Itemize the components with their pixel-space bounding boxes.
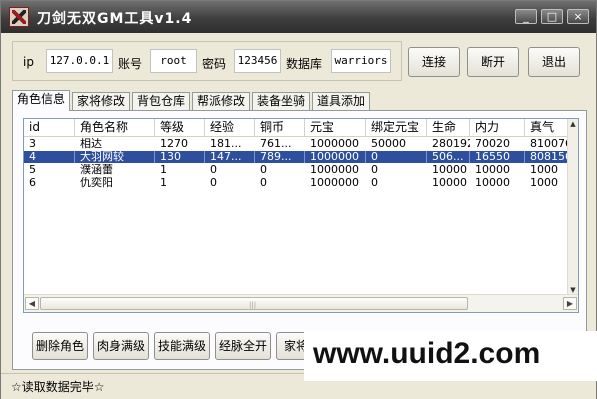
table-cell: 濮涵蕾 bbox=[80, 164, 113, 176]
table-cell: 0 bbox=[371, 177, 378, 189]
table-row[interactable]: 6 仇奕阳 1 0 0 1000000 0 10000 10000 1000 ( bbox=[24, 177, 578, 189]
table-header: id 角色名称 等级 经验 铜币 元宝 绑定元宝 生命 内力 真气 - bbox=[24, 119, 578, 137]
table-cell: 0 bbox=[210, 177, 217, 189]
table-cell: 6 bbox=[29, 177, 36, 189]
table-cell: 仇奕阳 bbox=[80, 177, 113, 189]
table-cell: 280192 bbox=[432, 138, 470, 150]
column-header[interactable]: 角色名称 bbox=[75, 119, 155, 136]
connection-panel: ip 127.0.0.1 账号 root 密码 123456 数据库 warri… bbox=[12, 41, 402, 81]
tab-guild-edit[interactable]: 帮派修改 bbox=[192, 92, 250, 110]
close-button[interactable]: × bbox=[567, 9, 589, 24]
column-header[interactable]: 真气 bbox=[525, 119, 571, 136]
title-bar[interactable]: 刀剑无双GM工具v1.4 _ □ × bbox=[1, 1, 596, 33]
body-max-level-button[interactable]: 肉身满级 bbox=[93, 332, 149, 360]
tab-role-info[interactable]: 角色信息 bbox=[12, 90, 70, 111]
table-cell: 1270 bbox=[160, 138, 188, 150]
table-row[interactable]: 3 相达 1270 181... 761... 1000000 50000 28… bbox=[24, 138, 578, 150]
window-title: 刀剑无双GM工具v1.4 bbox=[37, 11, 193, 27]
table-cell: 147... bbox=[205, 151, 255, 163]
minimize-button[interactable]: _ bbox=[515, 9, 537, 24]
table-cell: 10000 bbox=[475, 164, 510, 176]
table-cell: 10000 bbox=[475, 177, 510, 189]
table-cell: 761... bbox=[260, 138, 292, 150]
tab-retainer-edit[interactable]: 家将修改 bbox=[72, 92, 130, 110]
watermark-text: www.uuid2.com bbox=[313, 337, 541, 370]
table-cell: 1000000 bbox=[305, 151, 366, 163]
app-logo-icon bbox=[9, 7, 29, 27]
table-cell: 70020 bbox=[475, 138, 510, 150]
table-row[interactable]: 5 濮涵蕾 1 0 0 1000000 0 10000 10000 1000 ( bbox=[24, 164, 578, 176]
database-field[interactable]: warriors bbox=[331, 49, 391, 73]
table-cell: 1000 bbox=[530, 177, 558, 189]
table-cell: 0 bbox=[210, 164, 217, 176]
watermark: www.uuid2.com bbox=[304, 331, 597, 381]
table-cell: 0 bbox=[260, 177, 267, 189]
scroll-right-arrow-icon[interactable]: ▶ bbox=[563, 297, 577, 310]
tab-equipment-mount[interactable]: 装备坐骑 bbox=[252, 92, 310, 110]
disconnect-button[interactable]: 断开 bbox=[467, 47, 519, 77]
table-cell: 1000000 bbox=[310, 138, 359, 150]
status-text: ☆读取数据完毕☆ bbox=[11, 380, 105, 394]
main-window: 刀剑无双GM工具v1.4 _ □ × ip 127.0.0.1 账号 root … bbox=[0, 0, 597, 399]
column-header[interactable]: 生命 bbox=[427, 119, 470, 136]
table-cell: 1 bbox=[160, 164, 167, 176]
table-row-selected[interactable]: 4 大羽网较 130 147... 789... 1000000 0 506..… bbox=[24, 151, 578, 163]
password-label: 密码 bbox=[202, 57, 227, 71]
table-cell: 181... bbox=[210, 138, 242, 150]
table-cell: 1000 bbox=[530, 164, 558, 176]
thumb-grip-icon: ||| bbox=[249, 301, 257, 309]
column-header[interactable]: 绑定元宝 bbox=[366, 119, 427, 136]
connect-button[interactable]: 连接 bbox=[408, 47, 460, 77]
account-field[interactable]: root bbox=[150, 49, 197, 73]
table-cell: 大羽网较 bbox=[75, 151, 155, 163]
table-cell: 1000000 bbox=[310, 164, 359, 176]
column-header[interactable]: 铜币 bbox=[255, 119, 305, 136]
table-cell: 506... bbox=[427, 151, 470, 163]
table-cell: 10000 bbox=[432, 177, 467, 189]
table-cell: 5 bbox=[29, 164, 36, 176]
maximize-button[interactable]: □ bbox=[541, 9, 563, 24]
column-header[interactable]: 内力 bbox=[470, 119, 525, 136]
table-cell: 1 bbox=[160, 177, 167, 189]
tab-item-add[interactable]: 道具添加 bbox=[312, 92, 370, 110]
account-label: 账号 bbox=[118, 57, 143, 71]
table-cell: 10000 bbox=[432, 164, 467, 176]
table-cell: 4 bbox=[24, 151, 75, 163]
role-table[interactable]: id 角色名称 等级 经验 铜币 元宝 绑定元宝 生命 内力 真气 - 3 相达… bbox=[23, 118, 579, 313]
delete-role-button[interactable]: 删除角色 bbox=[32, 332, 88, 360]
column-header[interactable]: 元宝 bbox=[305, 119, 366, 136]
ip-label: ip bbox=[23, 55, 34, 69]
table-cell: 810076 bbox=[530, 138, 571, 150]
scroll-thumb[interactable]: ||| bbox=[40, 297, 468, 310]
table-cell: 808156 bbox=[525, 151, 571, 163]
password-field[interactable]: 123456 bbox=[234, 49, 281, 73]
table-cell: 0 bbox=[366, 151, 427, 163]
table-cell: 3 bbox=[29, 138, 36, 150]
table-cell: 50000 bbox=[371, 138, 406, 150]
column-header[interactable]: 经验 bbox=[205, 119, 255, 136]
database-label: 数据库 bbox=[286, 57, 323, 71]
tab-bag-storage[interactable]: 背包仓库 bbox=[132, 92, 190, 110]
table-cell: 789... bbox=[255, 151, 305, 163]
column-header[interactable]: id bbox=[24, 119, 75, 136]
column-header[interactable]: 等级 bbox=[155, 119, 205, 136]
table-cell: 130 bbox=[155, 151, 205, 163]
table-cell: 16550 bbox=[470, 151, 525, 163]
horizontal-scrollbar[interactable]: ◀ ||| ▶ bbox=[24, 294, 578, 312]
table-cell: 0 bbox=[371, 164, 378, 176]
scroll-left-arrow-icon[interactable]: ◀ bbox=[25, 297, 39, 310]
ip-field[interactable]: 127.0.0.1 bbox=[46, 49, 113, 73]
meridians-open-button[interactable]: 经脉全开 bbox=[215, 332, 271, 360]
table-cell: 相达 bbox=[80, 138, 102, 150]
skill-max-level-button[interactable]: 技能满级 bbox=[154, 332, 210, 360]
exit-button[interactable]: 退出 bbox=[528, 47, 580, 77]
table-cell: 0 bbox=[260, 164, 267, 176]
vertical-scrollbar[interactable]: ▲ ▼ bbox=[567, 119, 578, 295]
scroll-up-arrow-icon[interactable]: ▲ bbox=[568, 119, 578, 129]
table-cell: 1000000 bbox=[310, 177, 359, 189]
